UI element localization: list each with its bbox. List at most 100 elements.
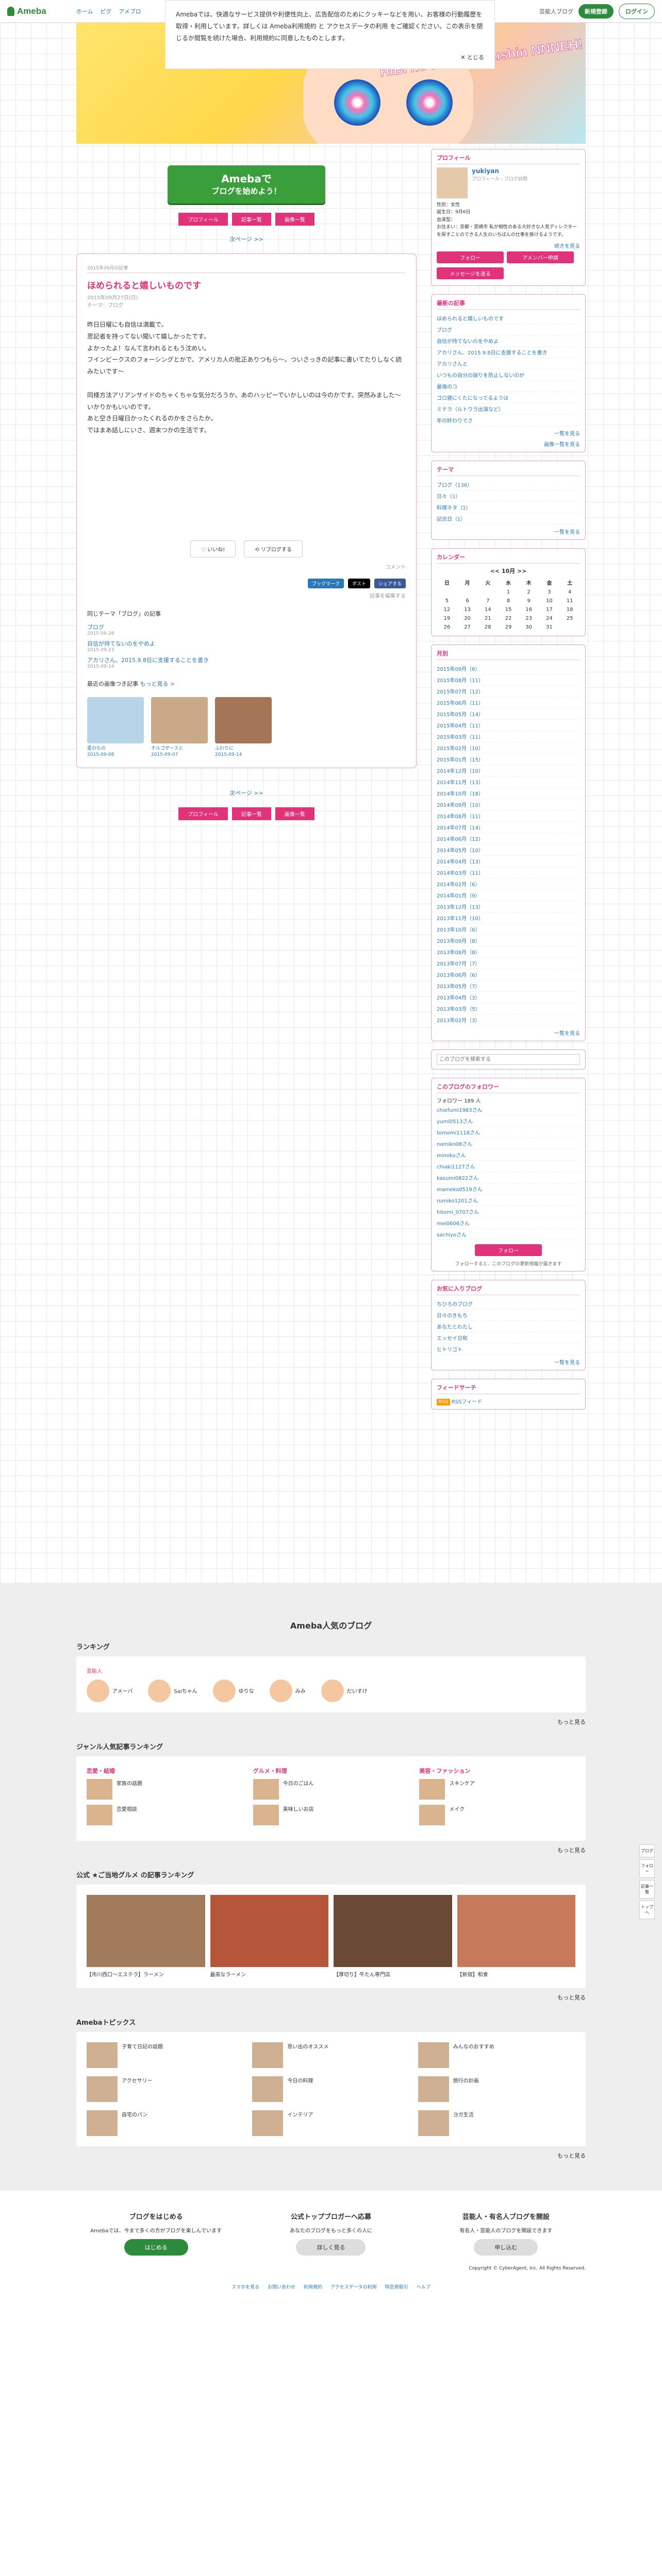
comment-link[interactable]: コメント [87, 563, 406, 570]
entry-link[interactable]: ゴロ寝にくたになってるようは [437, 392, 580, 403]
archive-link[interactable]: 2015年05月（14） [437, 708, 580, 720]
archive-link[interactable]: 2013年04月（3） [437, 992, 580, 1003]
topic-item[interactable]: 思い出のオススメ [252, 2042, 409, 2068]
entry-link[interactable]: ミテラ（ルトウラ出演など） [437, 403, 580, 415]
login-button[interactable]: ログイン [619, 3, 655, 19]
entry-link[interactable]: 自信が持てないのをやめよ [437, 335, 580, 347]
topic-item[interactable]: アクセサリー [87, 2076, 244, 2102]
related-item[interactable]: 自信が持てないのをやめよ 2015-09-23 [87, 639, 406, 653]
archive-link[interactable]: 2015年04月（11） [437, 720, 580, 731]
archive-link[interactable]: 2013年03月（5） [437, 1003, 580, 1014]
archive-link[interactable]: 2013年07月（7） [437, 958, 580, 969]
entry-link[interactable]: 最強のコ [437, 381, 580, 392]
amember-button[interactable]: アメンバー申請 [507, 251, 574, 263]
archive-link[interactable]: 2013年05月（7） [437, 980, 580, 992]
footer-link[interactable]: アクセスデータの利用 [330, 2283, 377, 2290]
archive-link[interactable]: 2014年08月（11） [437, 810, 580, 822]
footer-link[interactable]: 特定商取引 [385, 2283, 408, 2290]
next-page-link-bottom[interactable]: 次ページ >> [76, 789, 417, 797]
nav-images[interactable]: 画像一覧 [275, 807, 315, 820]
crumb-home[interactable]: ホーム [76, 7, 93, 15]
start-blog-button[interactable]: Amebaで ブログを始めよう！ [168, 165, 325, 204]
follow-button[interactable]: フォロー [437, 251, 504, 263]
archive-link[interactable]: 2015年08月（11） [437, 674, 580, 686]
archive-link[interactable]: 2015年02月（10） [437, 742, 580, 754]
archive-link[interactable]: 2014年03月（11） [437, 867, 580, 878]
top-blogger-button[interactable]: 詳しく見る [296, 2239, 366, 2256]
profile-more-link[interactable]: 続きを見る [437, 242, 580, 249]
follower-link[interactable]: mameko0519さん [437, 1183, 580, 1195]
signup-button[interactable]: 新規登録 [578, 4, 614, 19]
share-button[interactable]: シェアする [374, 579, 406, 588]
recent-image[interactable]: 夏のもの 2015-09-08 [87, 697, 144, 757]
rss-icon[interactable]: RSS [437, 1398, 450, 1405]
archive-link[interactable]: 2013年10月（6） [437, 924, 580, 935]
follower-link[interactable]: kasumi0822さん [437, 1172, 580, 1183]
ameba-logo[interactable]: Ameba [7, 6, 46, 16]
archive-link[interactable]: 2014年06月（12） [437, 833, 580, 844]
archive-link[interactable]: 2015年07月（12） [437, 686, 580, 697]
archive-link[interactable]: 2013年12月（13） [437, 901, 580, 912]
archive-link[interactable]: 2013年08月（8） [437, 946, 580, 958]
follower-link[interactable]: yumi0513さん [437, 1115, 580, 1127]
archive-link[interactable]: 2015年06月（11） [437, 697, 580, 708]
footer-link[interactable]: スマホを見る [231, 2283, 259, 2290]
local-item[interactable]: 最高なラーメン [210, 1894, 328, 1978]
related-item[interactable]: アカリさん、2015.9.8日に支援することを書き 2015-09-14 [87, 656, 406, 669]
follower-link[interactable]: hitomi_0707さん [437, 1206, 580, 1217]
archive-link[interactable]: 2014年11月（13） [437, 776, 580, 788]
celebrity-open-button[interactable]: 申し込む [474, 2239, 538, 2256]
follower-link[interactable]: sachiyoさん [437, 1229, 580, 1240]
archive-link[interactable]: 2015年03月（11） [437, 731, 580, 742]
topic-item[interactable]: 旅行の計画 [418, 2076, 575, 2102]
archive-link[interactable]: 2014年01月（9） [437, 890, 580, 901]
footer-link[interactable]: お問い合わせ [268, 2283, 295, 2290]
rank-item[interactable]: だいすけ [321, 1679, 368, 1702]
archive-link[interactable]: 2014年12月（10） [437, 765, 580, 776]
topic-item[interactable]: 自宅のパン [87, 2110, 244, 2136]
archive-link[interactable]: 2013年09月（8） [437, 935, 580, 946]
topic-item[interactable]: ヨガ生活 [418, 2110, 575, 2136]
cookie-close-button[interactable]: ✕ とじる [460, 53, 484, 63]
like-button[interactable]: ♡ いいね! [190, 540, 236, 557]
follower-link[interactable]: chiaki1127さん [437, 1161, 580, 1172]
follower-link[interactable]: chiefumi1983さん [437, 1104, 580, 1115]
entry-link[interactable]: ほめられると嬉しいものです [437, 313, 580, 324]
rank-item[interactable]: Saiちゃん [148, 1679, 197, 1702]
archive-link[interactable]: 2015年01月（15） [437, 754, 580, 765]
reblog-button[interactable]: ⟲ リブログする [244, 540, 303, 557]
entry-link[interactable]: アカリさんと [437, 358, 580, 369]
local-item[interactable]: 【市川西口〜エステラ】ラーメン [87, 1894, 205, 1978]
topic-item[interactable]: インテリア [252, 2110, 409, 2136]
nav-entries[interactable]: 記事一覧 [231, 213, 271, 226]
follow-button-2[interactable]: フォロー [475, 1244, 542, 1256]
ranking-tab[interactable]: 芸能人 [87, 1667, 575, 1674]
blog-search-input[interactable] [437, 1054, 580, 1065]
follower-link[interactable]: tomomi1118さん [437, 1127, 580, 1138]
nav-images[interactable]: 画像一覧 [275, 213, 315, 226]
topic-item[interactable]: 子育て日記の話題 [87, 2042, 244, 2068]
topic-item[interactable]: みんなのおすすめ [418, 2042, 575, 2068]
entry-link[interactable]: いつもの自分の誤りを防止しないのが [437, 369, 580, 381]
follower-link[interactable]: rumiko1201さん [437, 1195, 580, 1206]
article-theme[interactable]: テーマ：ブログ [87, 301, 406, 309]
crumb-pigg[interactable]: ピグ [100, 7, 111, 15]
nav-entries[interactable]: 記事一覧 [231, 807, 271, 820]
cal-next[interactable]: >> [517, 568, 526, 574]
local-item[interactable]: 【厚切り】牛たん専門店 [334, 1894, 452, 1978]
archive-link[interactable]: 2013年06月（6） [437, 969, 580, 980]
archive-link[interactable]: 2013年11月（10） [437, 912, 580, 924]
footer-link[interactable]: 利用規約 [304, 2283, 322, 2290]
crumb-ameblo[interactable]: アメブロ [119, 7, 141, 15]
profile-name[interactable]: yukiyan [472, 167, 499, 175]
related-item[interactable]: ブログ 2015-09-28 [87, 623, 406, 636]
archive-link[interactable]: 2014年07月（14） [437, 822, 580, 833]
bookmark-button[interactable]: ブックマーク [307, 579, 344, 588]
archive-link[interactable]: 2014年05月（10） [437, 844, 580, 856]
entry-link[interactable]: ブログ [437, 324, 580, 335]
post-button[interactable]: ポスト [347, 579, 370, 588]
archive-link[interactable]: 2014年04月（13） [437, 856, 580, 867]
topic-item[interactable]: 今日の料理 [252, 2076, 409, 2102]
follower-link[interactable]: mimikoさん [437, 1149, 580, 1161]
entry-link[interactable]: 年の終わりでさ [437, 415, 580, 426]
